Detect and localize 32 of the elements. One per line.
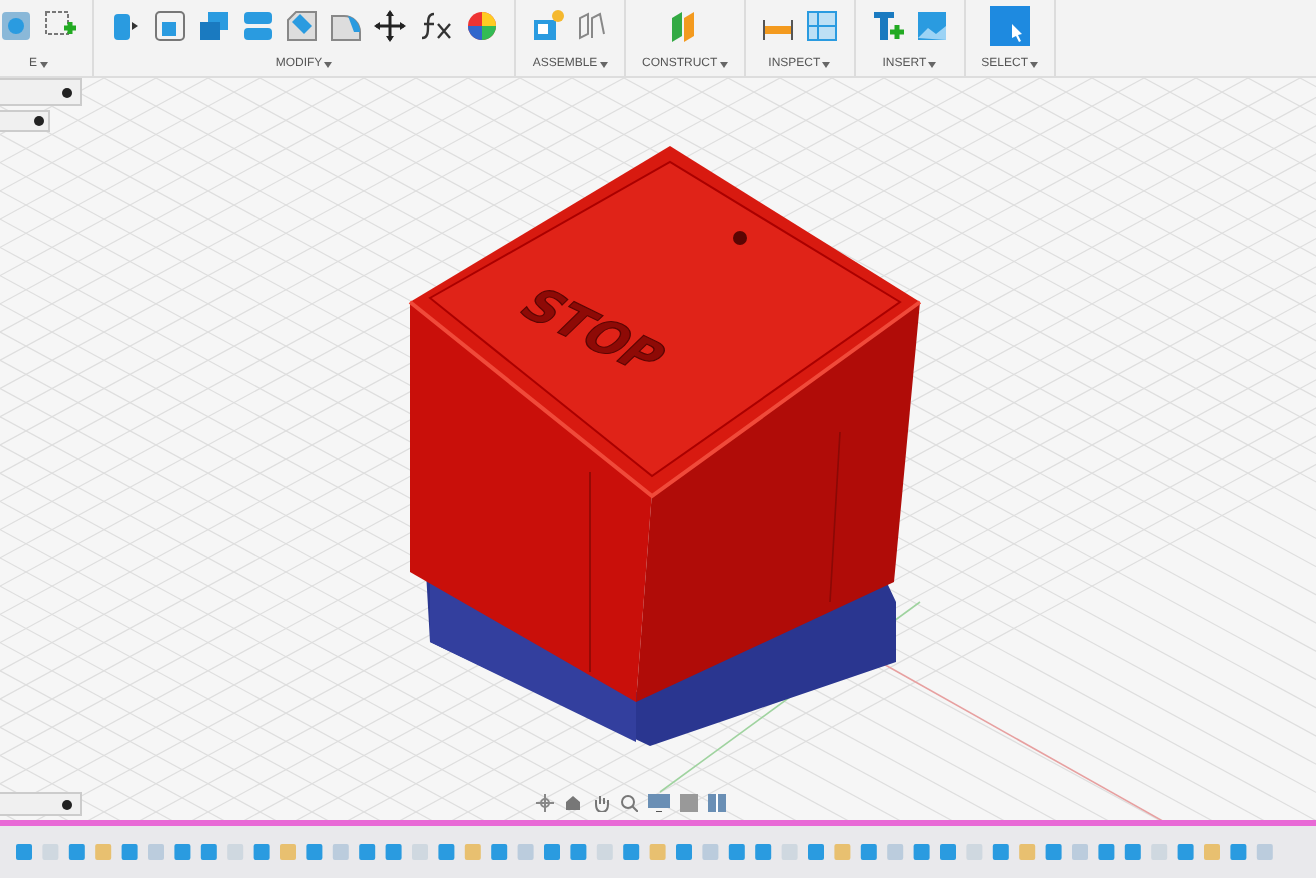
orbit-icon[interactable]	[536, 794, 554, 812]
caret-icon	[1030, 61, 1039, 67]
color-wheel-icon[interactable]	[466, 10, 498, 42]
caret-icon	[822, 61, 831, 67]
joint-icon[interactable]	[576, 10, 608, 42]
move-arrows-icon[interactable]	[374, 10, 406, 42]
home-icon[interactable]	[564, 794, 582, 812]
cubes-icon[interactable]	[198, 10, 230, 42]
fillet-icon[interactable]	[154, 10, 186, 42]
engraved-text: STOP	[507, 279, 679, 384]
insert-icon[interactable]	[871, 10, 904, 42]
new-component-icon[interactable]	[532, 10, 564, 42]
display-icon[interactable]	[648, 794, 670, 812]
split-body-icon[interactable]	[242, 10, 274, 42]
collapse-dot-icon[interactable]	[62, 87, 72, 97]
select-icon[interactable]	[989, 6, 1030, 46]
caret-icon	[719, 61, 728, 67]
collapse-dot-icon[interactable]	[34, 116, 44, 126]
zoom-icon[interactable]	[620, 794, 638, 812]
caret-icon	[599, 61, 608, 67]
section-icon[interactable]	[805, 10, 838, 42]
function-icon[interactable]	[418, 10, 454, 42]
press-pull-icon[interactable]	[110, 10, 142, 42]
caret-icon	[928, 61, 937, 67]
shell-icon[interactable]	[330, 10, 362, 42]
pan-hand-icon[interactable]	[592, 794, 610, 812]
collapse-dot-icon[interactable]	[62, 799, 72, 809]
viewports-icon[interactable]	[708, 794, 726, 812]
chamfer-icon[interactable]	[286, 10, 318, 42]
caret-icon	[324, 61, 333, 67]
image-icon[interactable]	[915, 10, 948, 42]
caret-icon	[39, 61, 47, 67]
